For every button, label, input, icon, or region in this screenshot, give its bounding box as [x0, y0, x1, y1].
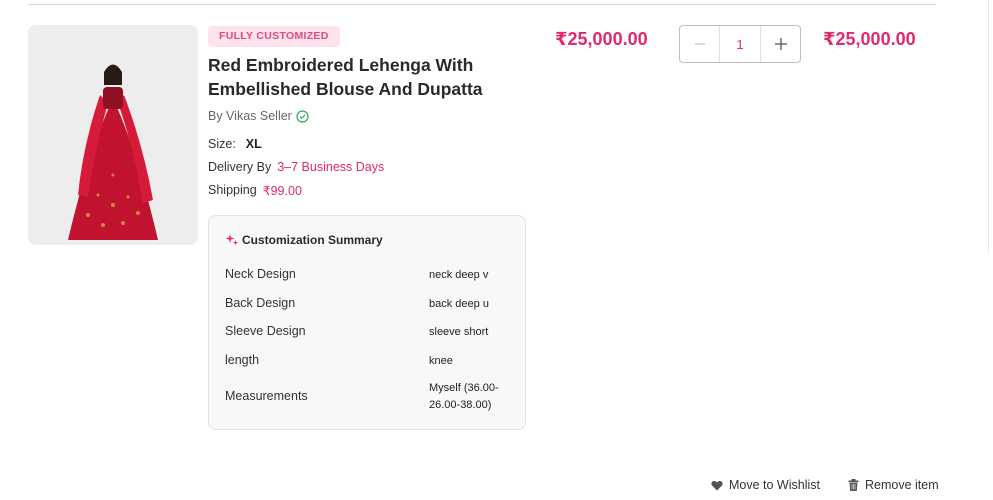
row-label: Neck Design: [225, 267, 296, 281]
summary-title: Customization Summary: [242, 233, 383, 247]
seller-name: By Vikas Seller: [208, 109, 292, 123]
row-value: back deep u: [429, 298, 489, 310]
size-row: Size: XL: [208, 137, 262, 151]
verified-check-icon: [296, 109, 309, 123]
move-to-wishlist-button[interactable]: Move to Wishlist: [711, 478, 820, 492]
trash-icon: [848, 479, 859, 491]
total-price: ₹25,000.00: [823, 29, 916, 49]
sparkle-icon: [225, 233, 239, 247]
quantity-input[interactable]: 1: [720, 26, 760, 62]
customization-summary: Customization Summary Neck Design neck d…: [208, 215, 526, 430]
seller-info: By Vikas Seller: [208, 109, 309, 123]
customized-badge: FULLY CUSTOMIZED: [208, 26, 340, 47]
summary-heading: Customization Summary: [225, 233, 383, 247]
scroll-edge: [988, 0, 989, 252]
row-label: Sleeve Design: [225, 324, 306, 338]
delivery-label: Delivery By: [208, 160, 272, 174]
row-value: Myself (36.00-26.00-38.00): [429, 382, 499, 411]
wishlist-label: Move to Wishlist: [729, 478, 820, 492]
remove-label: Remove item: [865, 478, 939, 492]
decrease-quantity-button[interactable]: [680, 26, 720, 62]
product-image[interactable]: [28, 25, 198, 245]
top-divider: [28, 4, 936, 5]
row-label: Measurements: [225, 389, 308, 403]
shipping-row: Shipping ₹99.00: [208, 183, 302, 198]
minus-icon: [694, 43, 705, 45]
unit-price: ₹25,000.00: [555, 29, 648, 49]
remove-item-button[interactable]: Remove item: [848, 478, 939, 492]
row-value: sleeve short: [429, 326, 489, 338]
delivery-row: Delivery By 3–7 Business Days: [208, 160, 384, 174]
row-label: Back Design: [225, 296, 296, 310]
row-value: knee: [429, 355, 453, 367]
row-label: length: [225, 353, 260, 367]
plus-icon: [774, 38, 787, 50]
increase-quantity-button[interactable]: [760, 26, 800, 62]
size-label: Size:: [208, 137, 236, 151]
heart-icon: [711, 480, 723, 491]
shipping-value: ₹99.00: [262, 184, 302, 198]
product-title[interactable]: Red Embroidered Lehenga With Embellished…: [208, 53, 528, 101]
size-value: XL: [245, 137, 262, 151]
delivery-value: 3–7 Business Days: [277, 160, 385, 174]
quantity-stepper: 1: [679, 25, 801, 63]
shipping-label: Shipping: [208, 183, 257, 197]
row-value: neck deep v: [429, 269, 489, 281]
